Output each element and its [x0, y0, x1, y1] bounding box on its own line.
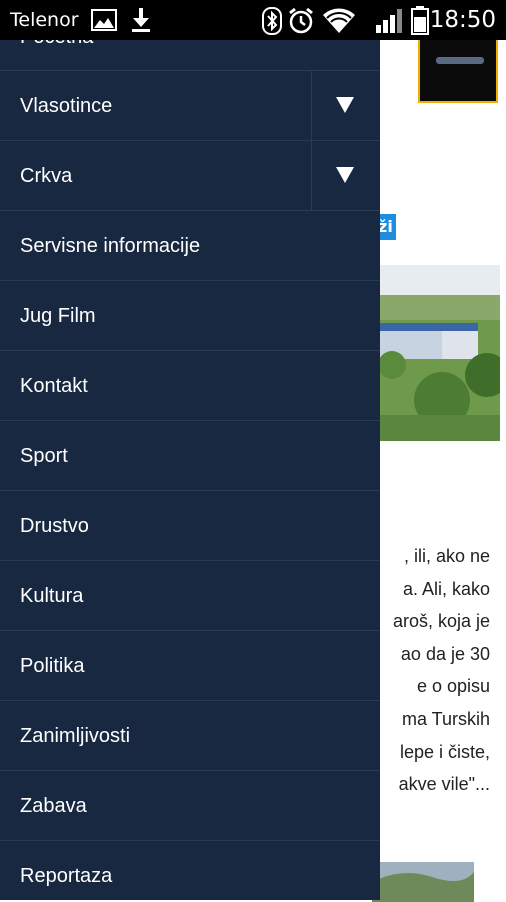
- menu-item-label: Drustvo: [20, 515, 89, 537]
- hamburger-icon: [436, 57, 484, 64]
- menu-item-kultura[interactable]: Kultura: [0, 561, 380, 631]
- article-photo[interactable]: [372, 265, 500, 441]
- clock: 18:50: [429, 7, 496, 33]
- menu-item-label: Kultura: [20, 585, 84, 607]
- signal-icon: [375, 8, 403, 38]
- menu-item-pocetna[interactable]: Početna: [0, 40, 380, 71]
- menu-item-crkva[interactable]: Crkva: [0, 141, 380, 211]
- article-photo-2[interactable]: [372, 862, 474, 902]
- wifi-icon: [322, 6, 356, 38]
- battery-icon: [411, 5, 429, 39]
- menu-item-jug-film[interactable]: Jug Film: [0, 281, 380, 351]
- menu-item-reportaza[interactable]: Reportaza: [0, 841, 380, 900]
- menu-item-label: Reportaza: [20, 865, 113, 887]
- menu-item-drustvo[interactable]: Drustvo: [0, 491, 380, 561]
- menu-item-servisne-informacije[interactable]: Servisne informacije: [0, 211, 380, 281]
- expand-vlasotince-button[interactable]: [311, 71, 380, 141]
- caret-down-icon: [336, 97, 354, 113]
- menu-item-label: Početna: [20, 40, 93, 72]
- alarm-icon: [287, 7, 315, 39]
- menu-item-label: Zanimljivosti: [20, 725, 131, 747]
- menu-item-label: Politika: [20, 655, 85, 677]
- download-icon: [130, 7, 152, 37]
- menu-item-label: Sport: [20, 445, 68, 467]
- image-icon: [91, 9, 117, 35]
- menu-item-zabava[interactable]: Zabava: [0, 771, 380, 841]
- menu-item-label: Jug Film: [20, 305, 96, 327]
- navigation-drawer: Početna Vlasotince Crkva Servisne inform…: [0, 40, 380, 900]
- bluetooth-icon: [262, 7, 282, 39]
- menu-item-politika[interactable]: Politika: [0, 631, 380, 701]
- menu-item-sport[interactable]: Sport: [0, 421, 380, 491]
- menu-item-label: Servisne informacije: [20, 235, 201, 257]
- carrier-name: Telenor: [10, 9, 79, 31]
- expand-crkva-button[interactable]: [311, 141, 380, 211]
- menu-item-label: Vlasotince: [20, 95, 113, 117]
- menu-item-label: Zabava: [20, 795, 87, 817]
- caret-down-icon: [336, 167, 354, 183]
- menu-item-kontakt[interactable]: Kontakt: [0, 351, 380, 421]
- menu-item-label: Crkva: [20, 165, 73, 187]
- menu-item-label: Kontakt: [20, 375, 88, 397]
- menu-toggle-button[interactable]: [418, 40, 498, 103]
- menu-item-vlasotince[interactable]: Vlasotince: [0, 71, 380, 141]
- status-bar: Telenor 18:50: [0, 0, 506, 40]
- menu-item-zanimljivosti[interactable]: Zanimljivosti: [0, 701, 380, 771]
